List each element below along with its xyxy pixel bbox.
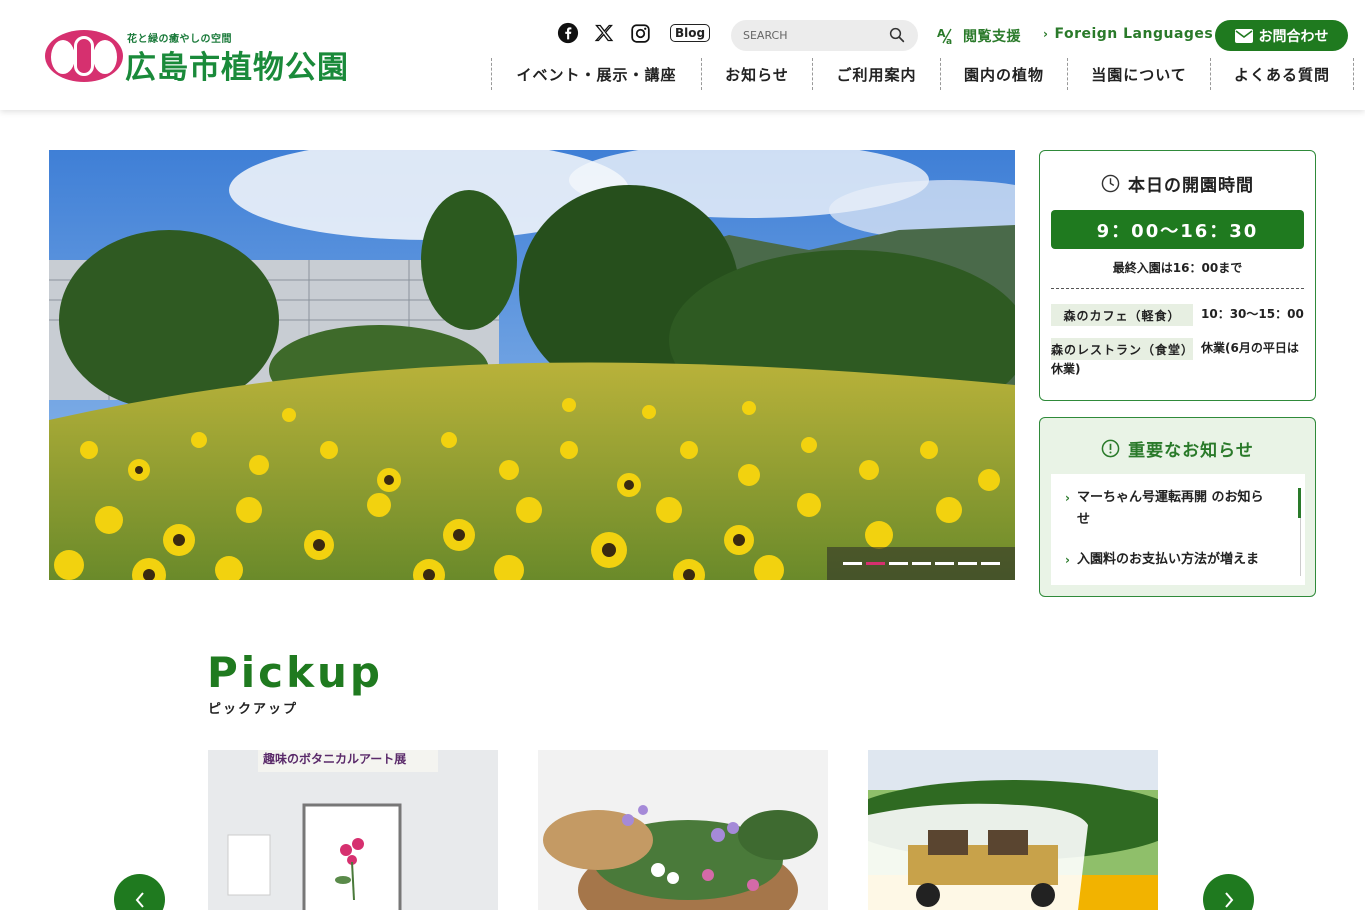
chevron-left-icon [135,891,144,908]
slider-dot[interactable] [911,562,931,565]
nav-item-faq[interactable]: よくある質問 [1210,58,1354,90]
search-button[interactable] [888,26,908,46]
nav-item-about[interactable]: 当園について [1067,58,1210,90]
slider-pagination [827,547,1015,580]
instagram-link[interactable] [628,20,652,46]
instagram-icon [630,23,650,43]
facility-label-restaurant: 森のレストラン（食堂） [1051,338,1193,360]
notice-text: マーちゃん号運転再開 のお知ら [1077,490,1264,505]
x-link[interactable] [592,20,616,46]
facility-value-restaurant-line2: 休業) [1051,362,1081,376]
search-icon [889,27,905,43]
chevron-right-icon: › [1065,491,1070,505]
font-size-icon: Aa [937,27,953,45]
hours-title: 本日の開園時間 [1128,176,1254,196]
slider-dot[interactable] [934,562,954,565]
facebook-link[interactable] [556,20,580,46]
notices-title: 重要なお知らせ [1128,441,1254,461]
hours-time: 9：00〜16：30 [1051,210,1304,249]
facebook-icon [557,22,579,44]
slider-dot[interactable] [842,562,862,565]
notice-text: 入園料のお支払い方法が増えま [1077,552,1260,567]
notice-item[interactable]: › マーちゃん号運転再開 のお知ら せ [1065,487,1285,531]
foreign-languages-link[interactable]: › Foreign Languages [1043,26,1213,42]
scrollbar-thumb[interactable] [1298,488,1301,518]
svg-text:A: A [937,27,946,40]
accessibility-label: 閲覧支援 [963,29,1021,45]
chevron-right-icon [1224,891,1233,908]
search-box [731,20,918,51]
x-icon [594,24,614,42]
card-image [538,750,828,910]
clock-icon [1101,174,1120,193]
card-banner-text: 趣味のボタニカルアート展 [263,752,407,766]
facility-value-cafe: 10：30〜15：00 [1201,307,1304,321]
alert-icon [1101,439,1120,458]
chevron-right-icon: › [1065,553,1070,567]
slider-dot[interactable] [957,562,977,565]
divider [1051,288,1304,289]
last-entry-text: 最終入園は16：00まで [1112,261,1243,275]
carousel-next-button[interactable] [1203,874,1254,910]
logo-name: 広島市植物公園 [125,50,349,86]
pickup-card-botanical-art[interactable]: 趣味のボタニカルアート展 [208,750,498,910]
svg-text:a: a [946,37,953,45]
notices-list: › マーちゃん号運転再開 のお知ら せ › 入園料のお支払い方法が増えま [1051,474,1305,585]
contact-label: お問合わせ [1258,28,1329,45]
nav-item-guide[interactable]: ご利用案内 [812,58,940,90]
global-nav: イベント・展示・講座 お知らせ ご利用案内 園内の植物 当園について よくある質… [491,58,1354,90]
nav-item-plants[interactable]: 園内の植物 [940,58,1067,90]
card-image [868,750,1158,910]
pickup-card-golf-cart[interactable] [868,750,1158,910]
important-notices-panel: 重要なお知らせ › マーちゃん号運転再開 のお知ら せ › 入園料のお支払い方法… [1039,417,1316,597]
notice-text-continued: せ [1077,512,1091,527]
nav-item-news[interactable]: お知らせ [701,58,812,90]
facility-value-restaurant-line1: 休業(6月の平日は [1201,341,1299,355]
pickup-card-african-violet[interactable] [538,750,828,910]
hero-slider[interactable] [49,150,1015,580]
blog-label: Blog [669,24,711,42]
mail-icon [1234,28,1253,43]
accessibility-link[interactable]: Aa 閲覧支援 [937,26,1021,46]
foreign-languages-label: Foreign Languages [1054,26,1214,42]
hours-heading: 本日の開園時間 [1040,171,1315,196]
card-image [208,750,498,910]
search-input[interactable] [743,25,883,46]
slider-dot-active[interactable] [865,562,885,565]
hero-image [49,150,1015,580]
site-logo[interactable]: 花と緑の癒やしの空間 広島市植物公園 [45,28,380,86]
slider-dot[interactable] [888,562,908,565]
pickup-subheading: ピックアップ [208,702,299,717]
nav-item-events[interactable]: イベント・展示・講座 [491,58,701,90]
pickup-heading: Pickup [207,648,383,697]
blog-link[interactable]: Blog [669,20,711,46]
notices-heading: 重要なお知らせ [1040,436,1315,461]
site-header: 花と緑の癒やしの空間 広島市植物公園 Blog Aa 閲覧支援 › Foreig… [0,0,1365,110]
opening-hours-panel: 本日の開園時間 9：00〜16：30 最終入園は16：00まで 森のカフェ（軽食… [1039,150,1316,401]
carousel-prev-button[interactable] [114,874,165,910]
slider-dot[interactable] [980,562,1000,565]
facility-label-cafe: 森のカフェ（軽食） [1051,304,1193,326]
notice-item[interactable]: › 入園料のお支払い方法が増えま [1065,549,1285,571]
contact-button[interactable]: お問合わせ [1215,20,1348,51]
chevron-right-icon: › [1043,27,1049,41]
logo-flower-icon [45,30,123,82]
